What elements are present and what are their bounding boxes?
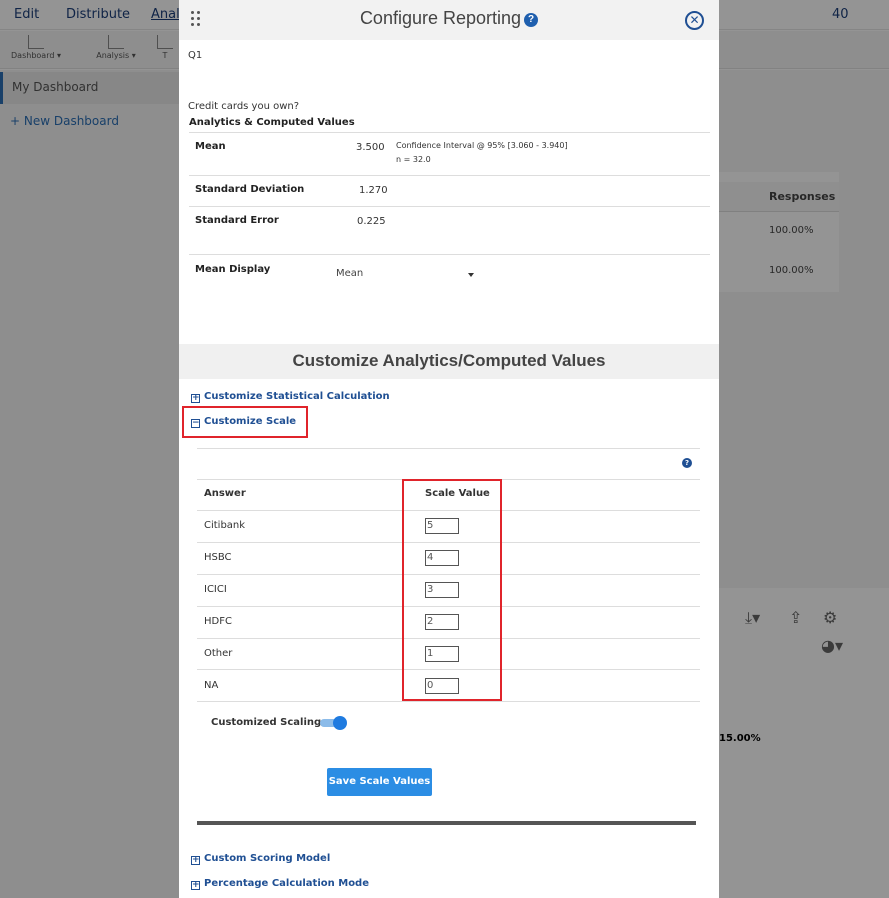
std-dev-label: Standard Deviation <box>195 184 305 195</box>
accordion-statistical-label: Customize Statistical Calculation <box>204 391 390 402</box>
accordion-statistical[interactable]: + Customize Statistical Calculation <box>191 391 390 403</box>
modal-title-text: Configure Reporting <box>359 8 522 28</box>
n-value: n = 32.0 <box>396 155 431 164</box>
modal-title: Configure Reporting? <box>179 8 719 29</box>
std-dev-value: 1.270 <box>359 185 388 196</box>
mean-display-label: Mean Display <box>195 264 271 275</box>
modal-header: Configure Reporting? ✕ <box>179 0 719 40</box>
question-label: Q1 <box>188 50 203 61</box>
question-text: Credit cards you own? <box>188 101 300 112</box>
confidence-interval: Confidence Interval @ 95% [3.060 - 3.940… <box>396 141 568 150</box>
highlight-box <box>402 479 502 701</box>
toggle-knob <box>333 716 347 730</box>
accordion-scoring-label: Custom Scoring Model <box>204 853 331 864</box>
horizontal-scrollbar[interactable] <box>197 821 696 825</box>
customized-scaling-label: Customized Scaling <box>211 717 322 728</box>
save-scale-values-button[interactable]: Save Scale Values <box>327 768 432 796</box>
divider <box>189 175 710 176</box>
accordion-percentage-label: Percentage Calculation Mode <box>204 878 369 889</box>
accordion-percentage[interactable]: + Percentage Calculation Mode <box>191 878 369 890</box>
answer-hdfc: HDFC <box>204 616 232 627</box>
answer-citibank: Citibank <box>204 520 246 531</box>
accordion-scoring[interactable]: + Custom Scoring Model <box>191 853 330 865</box>
customized-scaling-toggle[interactable] <box>320 716 347 730</box>
help-icon[interactable]: ? <box>682 458 692 468</box>
std-err-label: Standard Error <box>195 215 279 226</box>
divider <box>189 254 710 255</box>
plus-icon: + <box>191 880 200 890</box>
customize-heading: Customize Analytics/Computed Values <box>292 351 606 370</box>
mean-display-select[interactable]: Mean <box>336 268 476 284</box>
std-err-value: 0.225 <box>357 216 386 227</box>
divider <box>189 132 710 133</box>
close-icon[interactable]: ✕ <box>685 11 704 30</box>
answer-hsbc: HSBC <box>204 552 232 563</box>
mean-label: Mean <box>195 141 226 152</box>
answer-icici: ICICI <box>204 584 227 595</box>
mean-value: 3.500 <box>356 142 385 153</box>
caret-down-icon <box>468 273 474 277</box>
help-icon[interactable]: ? <box>524 13 539 27</box>
plus-icon: + <box>191 393 200 403</box>
divider <box>189 206 710 207</box>
plus-icon: + <box>191 855 200 865</box>
answer-other: Other <box>204 648 233 659</box>
analytics-heading: Analytics & Computed Values <box>189 117 355 128</box>
highlight-box <box>182 406 308 438</box>
configure-reporting-modal: Configure Reporting? ✕ Q1 Credit cards y… <box>179 0 719 898</box>
mean-display-value: Mean <box>336 268 364 279</box>
answer-na: NA <box>204 680 219 691</box>
divider <box>197 448 700 449</box>
answer-header: Answer <box>204 488 246 499</box>
divider <box>197 701 700 702</box>
